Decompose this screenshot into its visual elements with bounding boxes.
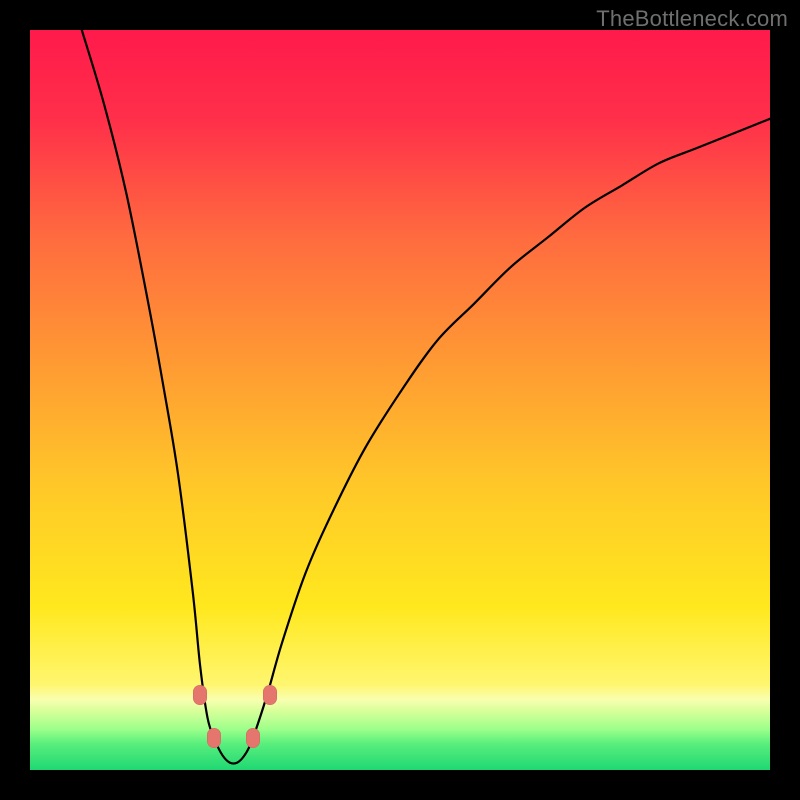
plot-area <box>30 30 770 770</box>
highlight-marker-right-lower <box>246 728 260 748</box>
watermark-text: TheBottleneck.com <box>596 6 788 32</box>
highlight-marker-left-upper <box>193 685 207 705</box>
highlight-marker-right-upper <box>263 685 277 705</box>
chart-frame: TheBottleneck.com <box>0 0 800 800</box>
highlight-marker-left-lower <box>207 728 221 748</box>
bottleneck-curve <box>30 30 770 770</box>
